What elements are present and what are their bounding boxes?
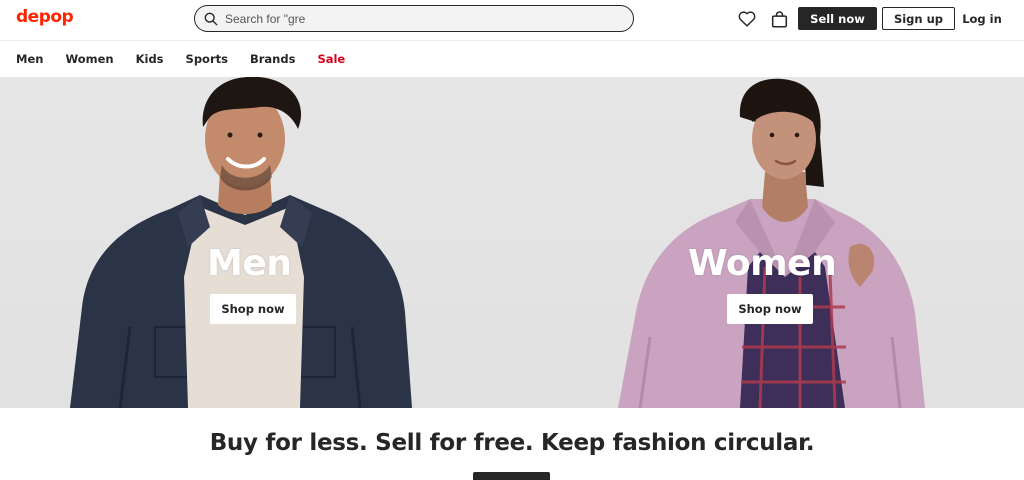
men-shop-now-button[interactable]: Shop now — [210, 294, 296, 324]
sell-now-button[interactable]: Sell now — [798, 7, 877, 30]
heart-icon — [738, 11, 756, 27]
nav-item-sale[interactable]: Sale — [317, 52, 345, 66]
women-shop-now-button[interactable]: Shop now — [727, 294, 813, 324]
search-icon — [204, 12, 218, 25]
bag-button[interactable] — [769, 9, 789, 29]
nav-item-men[interactable]: Men — [16, 52, 43, 66]
cta-button[interactable] — [473, 472, 550, 480]
search-bar[interactable] — [194, 5, 634, 32]
women-hero-title: Women — [688, 243, 837, 284]
nav-item-kids[interactable]: Kids — [136, 52, 164, 66]
log-in-button[interactable]: Log in — [960, 7, 1004, 30]
sign-up-button[interactable]: Sign up — [882, 7, 955, 30]
top-header: depop Sell now Sign up Log in — [0, 0, 1024, 38]
category-nav: Men Women Kids Sports Brands Sale — [0, 40, 1024, 77]
nav-item-brands[interactable]: Brands — [250, 52, 295, 66]
depop-logo[interactable]: depop — [16, 7, 74, 27]
hero-banner: Men Shop now Women Shop now — [0, 77, 1024, 408]
nav-item-sports[interactable]: Sports — [186, 52, 228, 66]
nav-item-women[interactable]: Women — [65, 52, 113, 66]
search-input[interactable] — [225, 11, 605, 26]
tagline-heading: Buy for less. Sell for free. Keep fashio… — [209, 430, 815, 456]
shopping-bag-icon — [771, 10, 787, 27]
saved-items-button[interactable] — [737, 9, 757, 29]
men-hero-title: Men — [207, 243, 292, 284]
